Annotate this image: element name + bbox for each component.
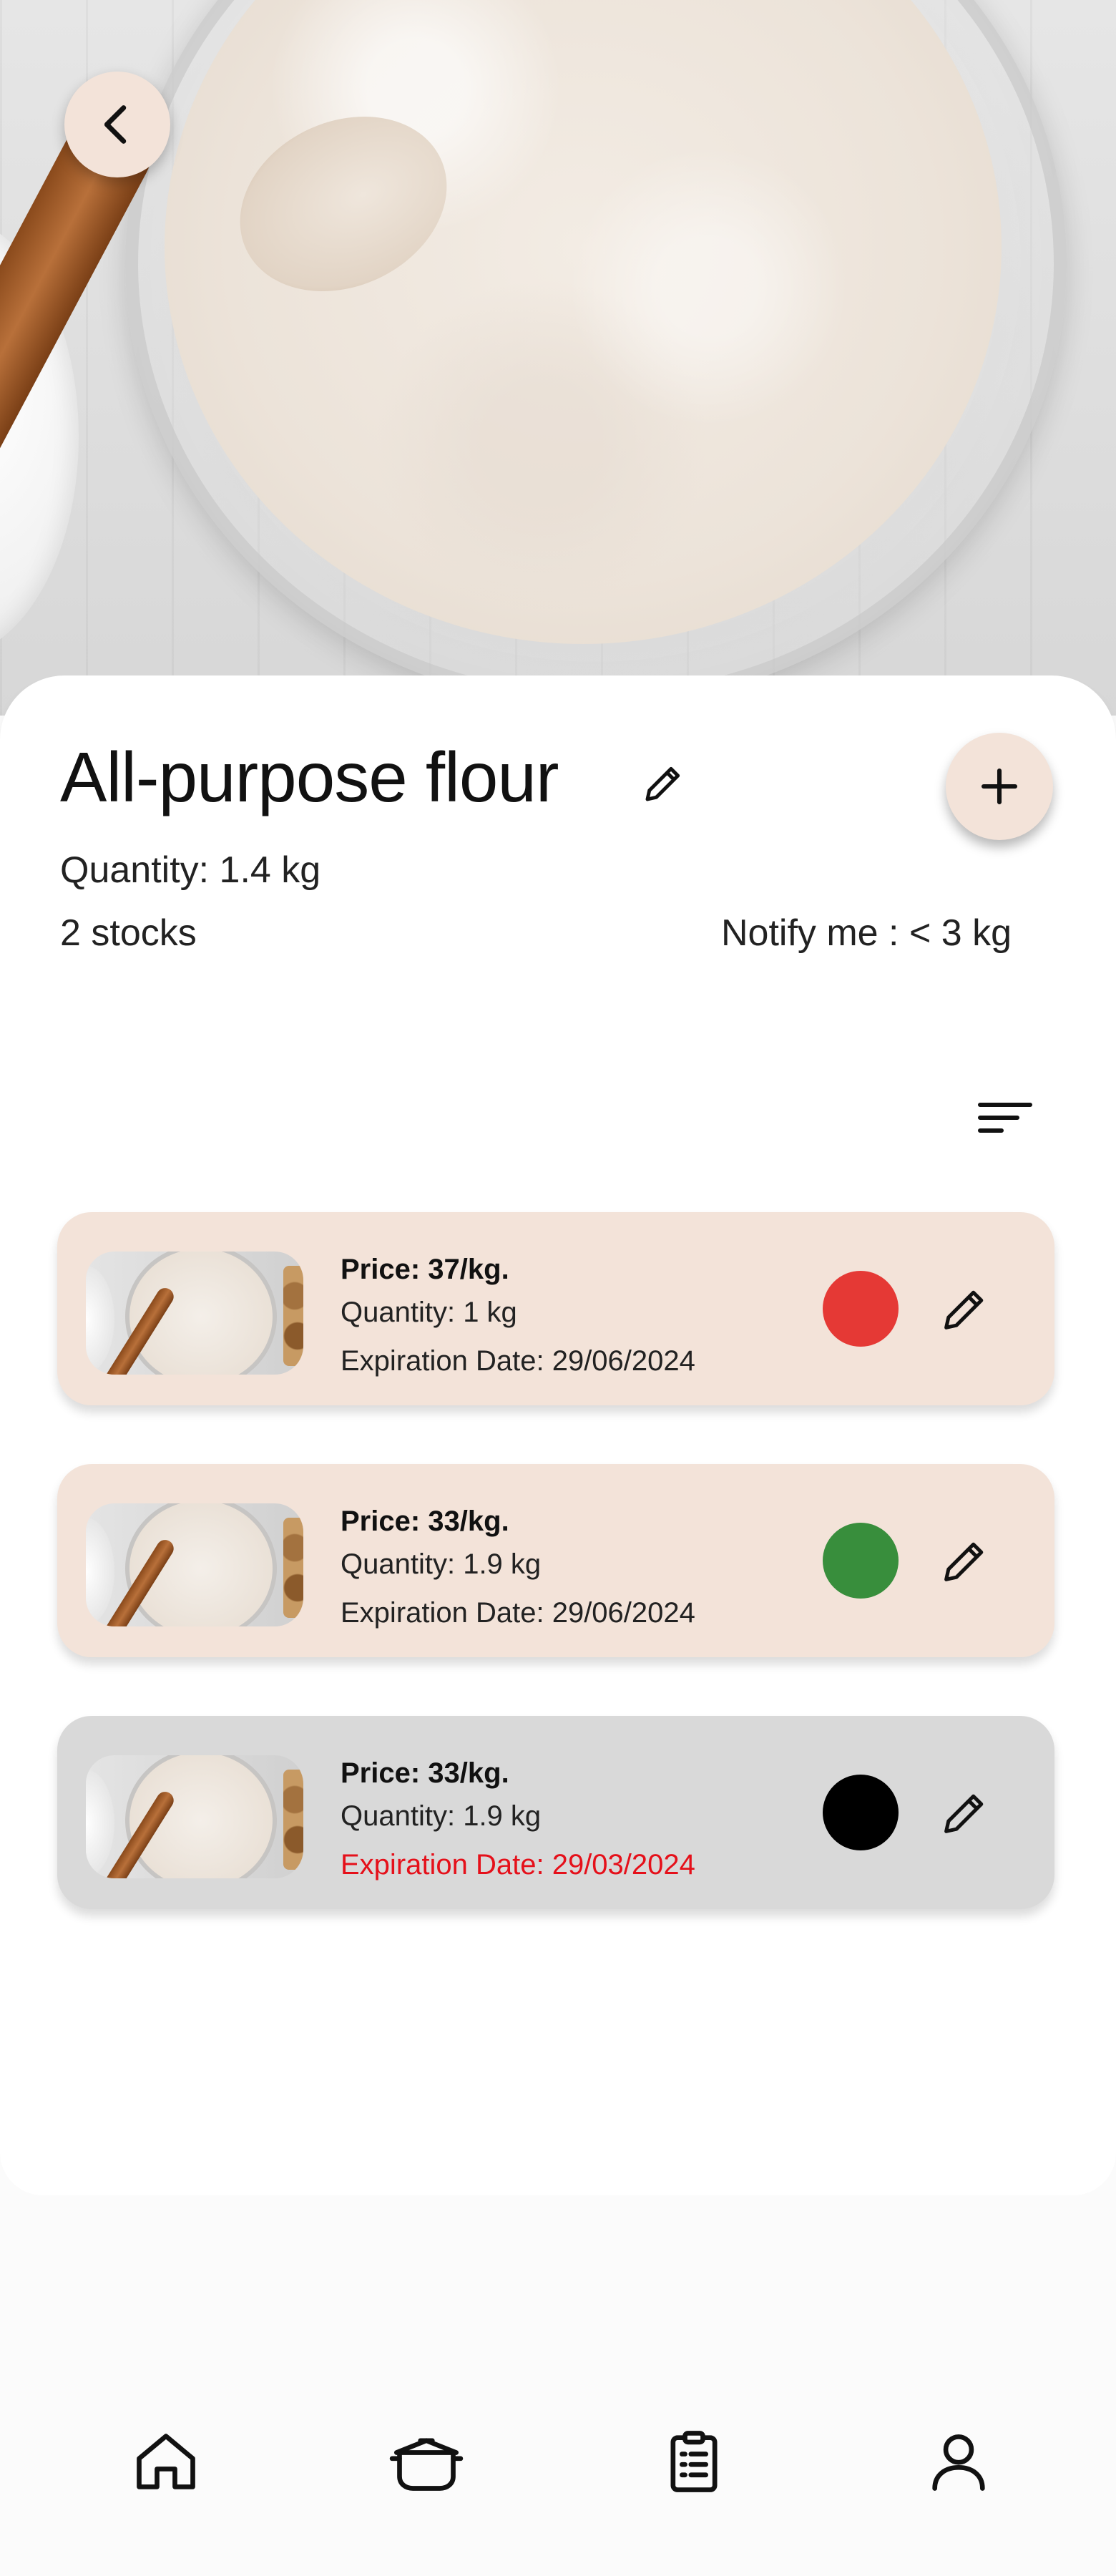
nav-inventory[interactable] [651, 2419, 737, 2504]
stock-expiration: Expiration Date: 29/03/2024 [341, 1849, 695, 1880]
stock-quantity: Quantity: 1.9 kg [341, 1800, 542, 1832]
edit-title-button[interactable] [640, 760, 687, 807]
pencil-icon [944, 1290, 984, 1330]
nav-home[interactable] [123, 2419, 209, 2504]
status-indicator [823, 1271, 899, 1347]
back-button[interactable] [64, 72, 170, 177]
total-quantity: Quantity: 1.4 kg [60, 849, 321, 891]
stock-quantity: Quantity: 1 kg [341, 1297, 517, 1328]
nav-profile[interactable] [916, 2419, 1002, 2504]
edit-stock-button[interactable] [937, 1282, 992, 1337]
notify-threshold[interactable]: Notify me : < 3 kg [721, 912, 1012, 955]
stock-expiration: Expiration Date: 29/06/2024 [341, 1597, 695, 1629]
clipboard-list-icon [670, 2431, 718, 2492]
edit-stock-button[interactable] [937, 1534, 992, 1589]
pencil-icon [645, 766, 680, 801]
stock-expiration: Expiration Date: 29/06/2024 [341, 1345, 695, 1377]
stock-item[interactable]: Price: 37/kg. Quantity: 1 kg Expiration … [57, 1212, 1054, 1405]
sort-button[interactable] [973, 1096, 1037, 1139]
stock-quantity: Quantity: 1.9 kg [341, 1548, 542, 1580]
bottom-navigation [0, 2361, 1116, 2576]
cooking-pot-icon [389, 2438, 464, 2491]
stock-price: Price: 37/kg. [341, 1254, 509, 1285]
plus-icon [981, 768, 1018, 805]
stock-item[interactable]: Price: 33/kg. Quantity: 1.9 kg Expiratio… [57, 1716, 1054, 1909]
add-stock-button[interactable] [946, 733, 1053, 840]
stock-price: Price: 33/kg. [341, 1506, 509, 1537]
sort-icon [978, 1103, 1032, 1133]
stock-price: Price: 33/kg. [341, 1757, 509, 1789]
chevron-left-icon [104, 105, 127, 144]
status-indicator [823, 1775, 899, 1850]
product-title: All-purpose flour [60, 738, 559, 816]
stock-thumbnail [86, 1252, 303, 1375]
stock-item[interactable]: Price: 33/kg. Quantity: 1.9 kg Expiratio… [57, 1464, 1054, 1657]
user-icon [932, 2434, 985, 2491]
edit-stock-button[interactable] [937, 1786, 992, 1840]
pencil-icon [944, 1542, 984, 1581]
stock-count: 2 stocks [60, 912, 197, 954]
home-icon [137, 2434, 195, 2489]
pencil-icon [944, 1794, 984, 1833]
status-indicator [823, 1523, 899, 1599]
stock-thumbnail [86, 1503, 303, 1626]
nav-recipes[interactable] [383, 2419, 469, 2504]
stock-thumbnail [86, 1755, 303, 1878]
